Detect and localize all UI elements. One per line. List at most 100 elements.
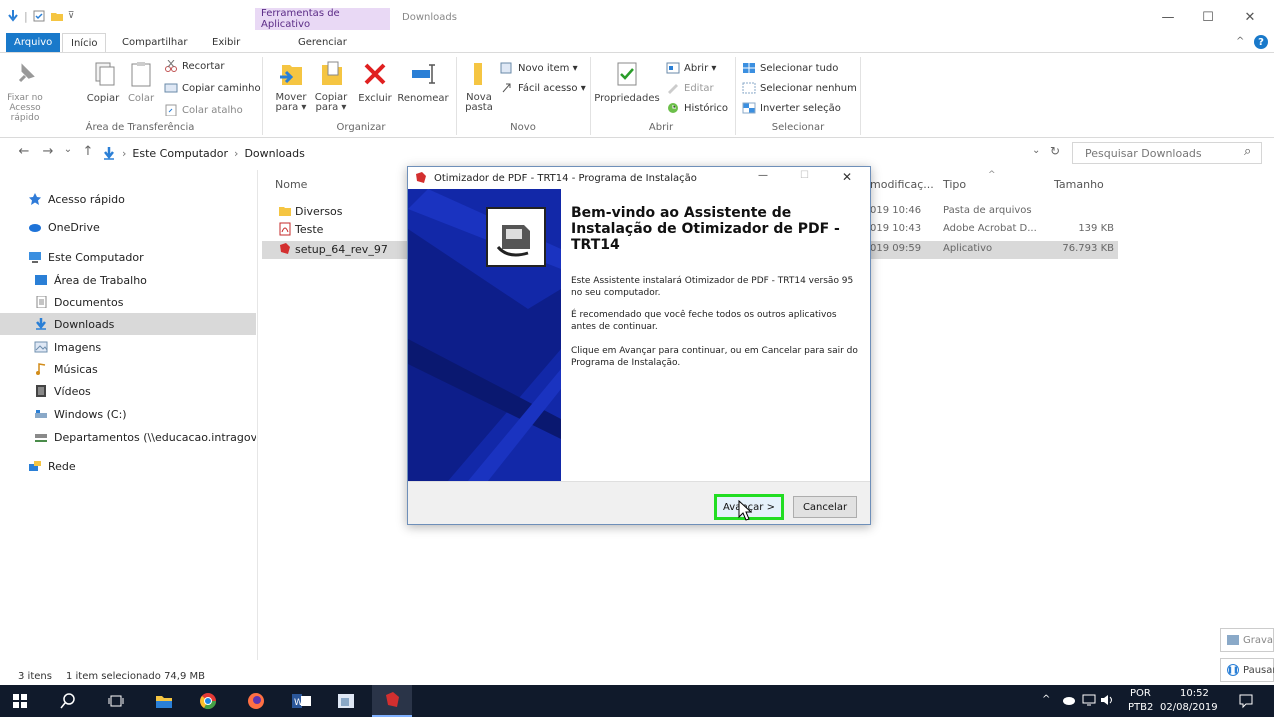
- ribbon-separator: [590, 57, 591, 135]
- network-tray-icon[interactable]: [1082, 694, 1096, 709]
- tab-file[interactable]: Arquivo: [6, 33, 61, 52]
- nav-item-music[interactable]: Músicas: [0, 358, 256, 380]
- select-all-button[interactable]: Selecionar tudo: [742, 59, 838, 77]
- paste-shortcut-button[interactable]: Colar atalho: [164, 101, 243, 119]
- chrome-icon: [200, 693, 217, 710]
- qa-dropdown-icon[interactable]: ⊽: [68, 11, 75, 21]
- column-header-type[interactable]: Tipo: [943, 178, 966, 191]
- paste-button[interactable]: Colar: [118, 57, 164, 104]
- tab-view[interactable]: Exibir: [204, 33, 248, 52]
- start-button[interactable]: [0, 685, 40, 717]
- nav-item-documents[interactable]: Documentos: [0, 291, 256, 313]
- easy-access-icon: [500, 82, 514, 94]
- clock-date[interactable]: 02/08/2019: [1160, 702, 1218, 713]
- new-folder-button[interactable]: Nova pasta: [456, 57, 502, 113]
- nav-item-onedrive[interactable]: OneDrive: [0, 216, 256, 238]
- task-view-button[interactable]: [96, 685, 136, 717]
- ribbon: Fixar no Acesso rápido Copiar Colar Reco…: [0, 52, 1274, 138]
- breadcrumb-downloads[interactable]: Downloads: [244, 147, 304, 160]
- breadcrumb-separator: ›: [122, 146, 127, 160]
- properties-icon[interactable]: [32, 9, 46, 23]
- nav-item-videos[interactable]: Vídeos: [0, 380, 256, 402]
- clock-time[interactable]: 10:52: [1180, 688, 1209, 699]
- rename-button[interactable]: Renomear: [396, 57, 450, 104]
- dialog-minimize-button[interactable]: —: [758, 170, 768, 181]
- back-button[interactable]: ←: [16, 144, 32, 159]
- address-bar[interactable]: › Este Computador › Downloads: [98, 142, 1048, 164]
- nav-item-desktop[interactable]: Área de Trabalho: [0, 269, 256, 291]
- nav-item-network[interactable]: Rede: [0, 455, 256, 477]
- column-header-name[interactable]: Nome: [275, 178, 307, 191]
- pause-popup[interactable]: ❚❚ Pausar: [1220, 658, 1274, 682]
- history-button[interactable]: Histórico: [666, 99, 728, 117]
- firefox-taskbar-button[interactable]: [236, 685, 276, 717]
- volume-tray-icon[interactable]: [1100, 694, 1114, 709]
- copy-to-button[interactable]: Copiar para ▾: [308, 57, 354, 113]
- search-taskbar-button[interactable]: [48, 685, 88, 717]
- nav-item-this-pc[interactable]: Este Computador: [0, 246, 256, 268]
- nav-item-pictures[interactable]: Imagens: [0, 336, 256, 358]
- copy-to-icon: [316, 59, 346, 89]
- status-bar: 3 itens 1 item selecionado 74,9 MB: [0, 667, 1274, 685]
- dialog-title-bar: Otimizador de PDF - TRT14 - Programa de …: [408, 167, 870, 189]
- open-icon: [666, 62, 680, 74]
- nav-item-downloads[interactable]: Downloads: [0, 313, 256, 335]
- dialog-close-button[interactable]: ✕: [842, 170, 852, 184]
- maximize-button[interactable]: ☐: [1198, 9, 1218, 25]
- wizard-content: Bem-vindo ao Assistente de Instalação de…: [561, 189, 870, 481]
- invert-selection-button[interactable]: Inverter seleção: [742, 99, 841, 117]
- notifications-icon[interactable]: [1238, 693, 1254, 712]
- recent-locations-button[interactable]: ⌄: [60, 144, 76, 155]
- keyboard-layout[interactable]: PTB2: [1128, 702, 1153, 713]
- input-language[interactable]: POR: [1130, 688, 1151, 699]
- installer-taskbar-button[interactable]: [372, 685, 412, 717]
- svg-text:W: W: [294, 698, 303, 708]
- record-popup[interactable]: Grava: [1220, 628, 1274, 652]
- collapse-ribbon-icon[interactable]: ^: [1236, 36, 1244, 47]
- minimize-button[interactable]: —: [1158, 9, 1178, 25]
- search-icon[interactable]: ⌕: [1244, 144, 1251, 159]
- pin-quick-access-button[interactable]: Fixar no Acesso rápido: [0, 57, 50, 123]
- chrome-taskbar-button[interactable]: [188, 685, 228, 717]
- cut-button[interactable]: Recortar: [164, 57, 225, 75]
- image-viewer-taskbar-button[interactable]: [326, 685, 366, 717]
- dialog-maximize-button[interactable]: ☐: [800, 170, 809, 181]
- open-button[interactable]: Abrir ▾: [666, 59, 716, 77]
- file-explorer-taskbar-button[interactable]: [144, 685, 184, 717]
- up-button[interactable]: ↑: [80, 144, 96, 159]
- new-item-button[interactable]: Novo item ▾: [500, 59, 578, 77]
- select-none-button[interactable]: Selecionar nenhum: [742, 79, 857, 97]
- forward-button[interactable]: →: [40, 144, 56, 159]
- tray-overflow-icon[interactable]: ^: [1042, 694, 1050, 705]
- tab-share[interactable]: Compartilhar: [114, 33, 195, 52]
- tab-manage[interactable]: Gerenciar: [290, 33, 355, 52]
- column-header-modified[interactable]: modificaç...: [870, 178, 934, 191]
- search-input[interactable]: Pesquisar Downloads: [1072, 142, 1262, 164]
- nav-item-windows-c[interactable]: Windows (C:): [0, 403, 256, 425]
- nav-label: Documentos: [54, 295, 124, 309]
- onedrive-tray-icon[interactable]: [1062, 695, 1076, 708]
- nav-item-network-drive[interactable]: Departamentos (\\educacao.intragov\vot: [0, 426, 256, 448]
- copy-path-button[interactable]: Copiar caminho: [164, 79, 261, 97]
- cancel-button[interactable]: Cancelar: [793, 496, 857, 518]
- image-viewer-icon: [338, 694, 354, 708]
- easy-access-button[interactable]: Fácil acesso ▾: [500, 79, 586, 97]
- close-button[interactable]: ✕: [1240, 9, 1260, 25]
- breadcrumb-computer[interactable]: Este Computador: [132, 147, 228, 160]
- help-icon[interactable]: ?: [1254, 35, 1268, 49]
- word-taskbar-button[interactable]: W: [282, 685, 322, 717]
- file-name: setup_64_rev_97: [295, 243, 388, 256]
- open-label: Abrir ▾: [684, 62, 717, 74]
- delete-button[interactable]: Excluir: [352, 57, 398, 104]
- edit-button[interactable]: Editar: [666, 79, 714, 97]
- arrow-down-icon[interactable]: [6, 9, 20, 23]
- file-type: Adobe Acrobat D...: [943, 223, 1037, 234]
- column-header-size[interactable]: Tamanho: [1054, 178, 1104, 191]
- properties-button[interactable]: Propriedades: [594, 57, 660, 104]
- address-dropdown-button[interactable]: ⌄: [1032, 145, 1040, 156]
- nav-item-quick-access[interactable]: Acesso rápido: [0, 188, 256, 210]
- refresh-button[interactable]: ↻: [1050, 144, 1060, 158]
- tab-home[interactable]: Início: [62, 33, 107, 52]
- folder-icon[interactable]: [50, 9, 64, 23]
- history-icon: [666, 102, 680, 114]
